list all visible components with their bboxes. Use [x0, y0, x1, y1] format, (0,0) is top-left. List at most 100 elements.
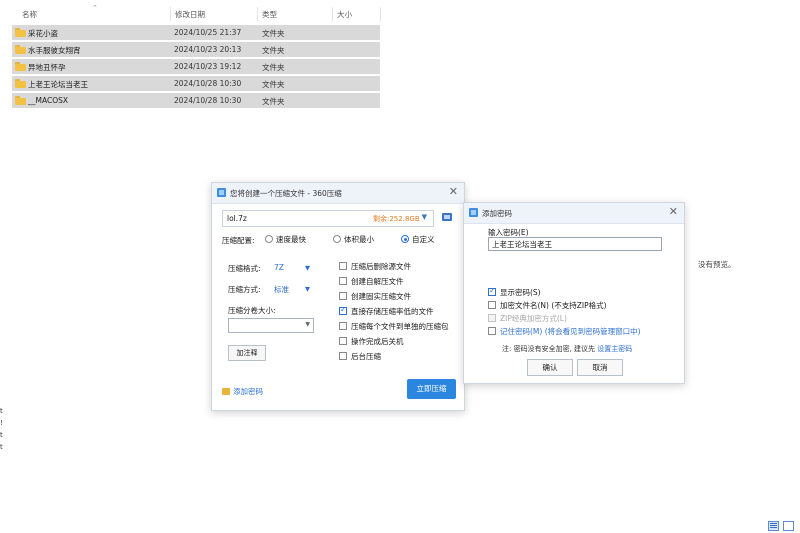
preset-label: 速度最快 — [276, 235, 306, 244]
file-row[interactable]: 异地丑怀孕 2024/10/23 19:12 文件夹 — [12, 59, 380, 74]
edge-mark: t — [0, 443, 3, 451]
checkbox[interactable] — [339, 322, 347, 330]
column-size[interactable]: 大小 — [337, 9, 352, 20]
option-zip-classic: ZIP经典加密方式(L) — [488, 313, 641, 326]
checkbox[interactable] — [339, 262, 347, 270]
column-header: 名称 ⌃ 修改日期 类型 大小 — [0, 4, 390, 22]
app-icon — [217, 188, 226, 197]
chevron-down-icon[interactable]: ▼ — [305, 264, 310, 272]
column-date[interactable]: 修改日期 — [175, 9, 205, 20]
chevron-down-icon[interactable]: ▼ — [305, 285, 310, 293]
add-comment-button[interactable]: 加注释 — [228, 345, 266, 361]
file-date: 2024/10/28 10:30 — [174, 96, 242, 105]
file-row[interactable]: __MACOSX 2024/10/28 10:30 文件夹 — [12, 93, 380, 108]
compress-now-button[interactable]: 立即压缩 — [407, 379, 456, 399]
preset-smallest-radio[interactable]: 体积最小 — [333, 234, 374, 245]
file-name: __MACOSX — [28, 96, 69, 105]
column-divider[interactable] — [380, 7, 381, 21]
format-label: 压缩格式: — [228, 264, 261, 273]
folder-icon — [15, 96, 26, 105]
format-select[interactable]: 7Z — [274, 263, 284, 272]
file-row[interactable]: 采花小盗 2024/10/25 21:37 文件夹 — [12, 25, 380, 40]
lock-icon — [222, 388, 230, 395]
option-remember-password[interactable]: 记住密码(M) (将会看见到密码管理窗口中) — [488, 326, 641, 339]
option-encrypt-filenames[interactable]: 加密文件名(N) (不支持ZIP格式) — [488, 300, 641, 313]
large-icons-view-icon[interactable] — [783, 521, 794, 531]
method-select[interactable]: 标准 — [274, 284, 289, 295]
view-switcher — [768, 521, 794, 531]
checkbox — [488, 314, 496, 322]
left-edge-marks: t ! t t — [0, 405, 3, 453]
option-shutdown[interactable]: 操作完成后关机 — [339, 336, 449, 351]
preset-label: 体积最小 — [344, 235, 374, 244]
password-options: 显示密码(S) 加密文件名(N) (不支持ZIP格式) ZIP经典加密方式(L)… — [488, 286, 641, 339]
option-background[interactable]: 后台压缩 — [339, 351, 449, 366]
checkbox[interactable] — [488, 327, 496, 335]
checkbox[interactable] — [339, 305, 347, 315]
method-label: 压缩方式: — [228, 285, 261, 294]
file-name: 异地丑怀孕 — [28, 63, 66, 72]
file-type: 文件夹 — [262, 97, 285, 106]
option-label: 后台压缩 — [351, 352, 381, 361]
checkbox[interactable] — [339, 277, 347, 285]
file-type: 文件夹 — [262, 80, 285, 89]
volume-size-input[interactable]: ▼ — [228, 318, 314, 333]
option-delete-source[interactable]: 压缩后删除源文件 — [339, 261, 449, 276]
cancel-button[interactable]: 取消 — [577, 359, 623, 376]
config-label: 压缩配置: — [222, 236, 255, 245]
compress-titlebar[interactable]: 您将创建一个压缩文件 - 360压缩 ✕ — [212, 183, 464, 204]
checkbox[interactable] — [339, 292, 347, 300]
note-text: 注: 密码没有安全加密, 建议先 — [502, 345, 598, 353]
password-titlebar[interactable]: 添加密码 ✕ — [464, 203, 684, 224]
checkbox[interactable] — [488, 286, 496, 296]
option-store-low-ratio[interactable]: 直接存储压缩率低的文件 — [339, 305, 449, 321]
file-date: 2024/10/23 19:12 — [174, 62, 242, 71]
column-divider[interactable] — [257, 7, 258, 21]
file-type: 文件夹 — [262, 29, 285, 38]
set-master-password-link[interactable]: 设置主密码 — [597, 345, 632, 353]
chevron-down-icon[interactable]: ▼ — [305, 321, 310, 328]
app-icon — [469, 208, 478, 217]
archive-path-field[interactable]: lol.7z 剩余:252.8GB ▼ — [222, 210, 434, 227]
file-name: 上老王论坛当老王 — [28, 80, 88, 89]
option-solid[interactable]: 创建固实压缩文件 — [339, 291, 449, 306]
file-date: 2024/10/28 10:30 — [174, 79, 242, 88]
checkbox[interactable] — [339, 352, 347, 360]
add-password-link[interactable]: 添加密码 — [222, 386, 263, 397]
preset-label: 自定义 — [412, 235, 435, 244]
file-row[interactable]: 上老王论坛当老王 2024/10/28 10:30 文件夹 — [12, 76, 380, 91]
file-row[interactable]: 水手服彼女翔宵 2024/10/23 20:13 文件夹 — [12, 42, 380, 57]
option-self-extract[interactable]: 创建自解压文件 — [339, 276, 449, 291]
browse-folder-icon[interactable] — [442, 212, 452, 221]
folder-icon — [15, 28, 26, 37]
sort-arrow-icon: ⌃ — [92, 4, 98, 12]
option-show-password[interactable]: 显示密码(S) — [488, 286, 641, 300]
option-label: 操作完成后关机 — [351, 337, 404, 346]
option-separate-archives[interactable]: 压缩每个文件到单独的压缩包 — [339, 321, 449, 336]
column-type[interactable]: 类型 — [262, 9, 277, 20]
add-password-label: 添加密码 — [233, 387, 263, 396]
column-divider[interactable] — [170, 7, 171, 21]
file-name: 采花小盗 — [28, 29, 58, 38]
preset-fastest-radio[interactable]: 速度最快 — [265, 234, 306, 245]
checkbox[interactable] — [339, 337, 347, 345]
option-label: 压缩每个文件到单独的压缩包 — [351, 322, 449, 331]
compress-dialog: 您将创建一个压缩文件 - 360压缩 ✕ lol.7z 剩余:252.8GB ▼… — [211, 182, 465, 411]
file-date: 2024/10/25 21:37 — [174, 28, 242, 37]
dialog-title: 添加密码 — [482, 209, 512, 218]
option-label: 记住密码(M) (将会看见到密码管理窗口中) — [500, 327, 641, 336]
checkbox[interactable] — [488, 301, 496, 309]
column-divider[interactable] — [332, 7, 333, 21]
column-name[interactable]: 名称 — [22, 9, 37, 20]
close-icon[interactable]: ✕ — [449, 185, 458, 198]
option-label: ZIP经典加密方式(L) — [500, 314, 567, 323]
preset-custom-radio[interactable]: 自定义 — [401, 234, 435, 245]
password-input[interactable]: 上老王论坛当老王 — [488, 237, 662, 251]
free-space-label: 剩余:252.8GB — [373, 215, 420, 223]
close-icon[interactable]: ✕ — [669, 205, 678, 218]
details-view-icon[interactable] — [768, 521, 779, 531]
folder-icon — [15, 62, 26, 71]
chevron-down-icon[interactable]: ▼ — [422, 213, 427, 221]
edge-mark: ! — [0, 419, 3, 427]
confirm-button[interactable]: 确认 — [527, 359, 573, 376]
